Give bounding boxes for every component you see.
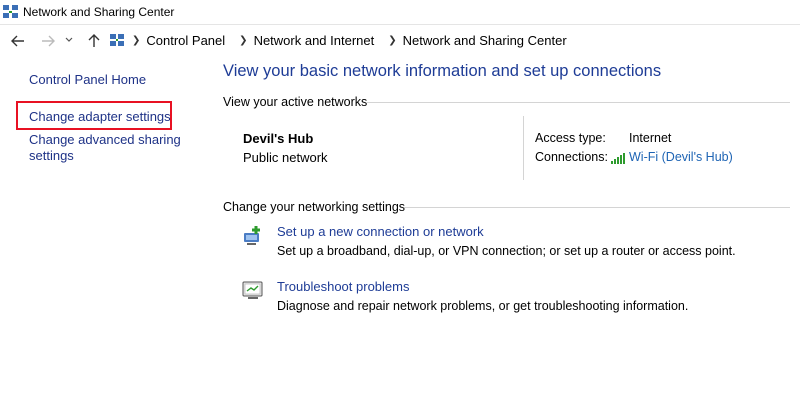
wifi-signal-icon — [610, 151, 626, 164]
troubleshoot-problems-link[interactable]: Troubleshoot problems — [277, 279, 409, 294]
change-adapter-settings-link[interactable]: Change adapter settings — [29, 109, 171, 125]
recent-locations-chevron-icon[interactable] — [64, 35, 74, 51]
back-arrow-icon[interactable] — [10, 33, 26, 49]
breadcrumb: ❯ Control Panel ❯ Network and Internet ❯… — [128, 33, 567, 48]
section-divider — [404, 207, 790, 208]
title-bar: Network and Sharing Center — [0, 0, 800, 25]
breadcrumb-network-and-internet[interactable]: Network and Internet — [254, 33, 375, 48]
network-name: Devil's Hub — [243, 131, 314, 146]
change-advanced-sharing-settings-link[interactable]: Change advanced sharing settings — [29, 132, 189, 164]
setup-new-connection-description: Set up a broadband, dial-up, or VPN conn… — [277, 244, 736, 258]
breadcrumb-separator-icon[interactable]: ❯ — [239, 35, 247, 46]
window-title: Network and Sharing Center — [23, 5, 175, 19]
address-bar-row: ❯ Control Panel ❯ Network and Internet ❯… — [0, 25, 800, 56]
wifi-connection-link[interactable]: Wi-Fi (Devil's Hub) — [629, 150, 733, 164]
troubleshoot-icon — [241, 279, 265, 301]
up-arrow-icon[interactable] — [86, 33, 102, 49]
connections-label: Connections: — [535, 150, 608, 164]
setup-new-connection-link[interactable]: Set up a new connection or network — [277, 224, 484, 239]
networking-settings-heading: Change your networking settings — [223, 200, 406, 214]
network-center-app-icon — [3, 5, 18, 19]
left-task-pane: Control Panel Home Change adapter settin… — [0, 56, 200, 400]
forward-arrow-icon[interactable] — [40, 33, 56, 49]
access-type-label: Access type: — [535, 131, 606, 145]
breadcrumb-separator-icon[interactable]: ❯ — [388, 35, 396, 46]
vertical-divider — [523, 116, 524, 180]
control-panel-home-link[interactable]: Control Panel Home — [29, 72, 146, 88]
control-panel-icon — [109, 32, 125, 48]
breadcrumb-network-and-sharing-center[interactable]: Network and Sharing Center — [403, 33, 567, 48]
active-networks-heading: View your active networks — [223, 95, 368, 109]
breadcrumb-separator-icon[interactable]: ❯ — [132, 35, 140, 46]
section-divider — [367, 102, 790, 103]
network-setup-icon — [241, 224, 265, 246]
troubleshoot-problems-description: Diagnose and repair network problems, or… — [277, 299, 689, 313]
network-category: Public network — [243, 150, 328, 165]
access-type-value: Internet — [629, 131, 672, 145]
breadcrumb-control-panel[interactable]: Control Panel — [146, 33, 225, 48]
page-title: View your basic network information and … — [223, 62, 662, 80]
